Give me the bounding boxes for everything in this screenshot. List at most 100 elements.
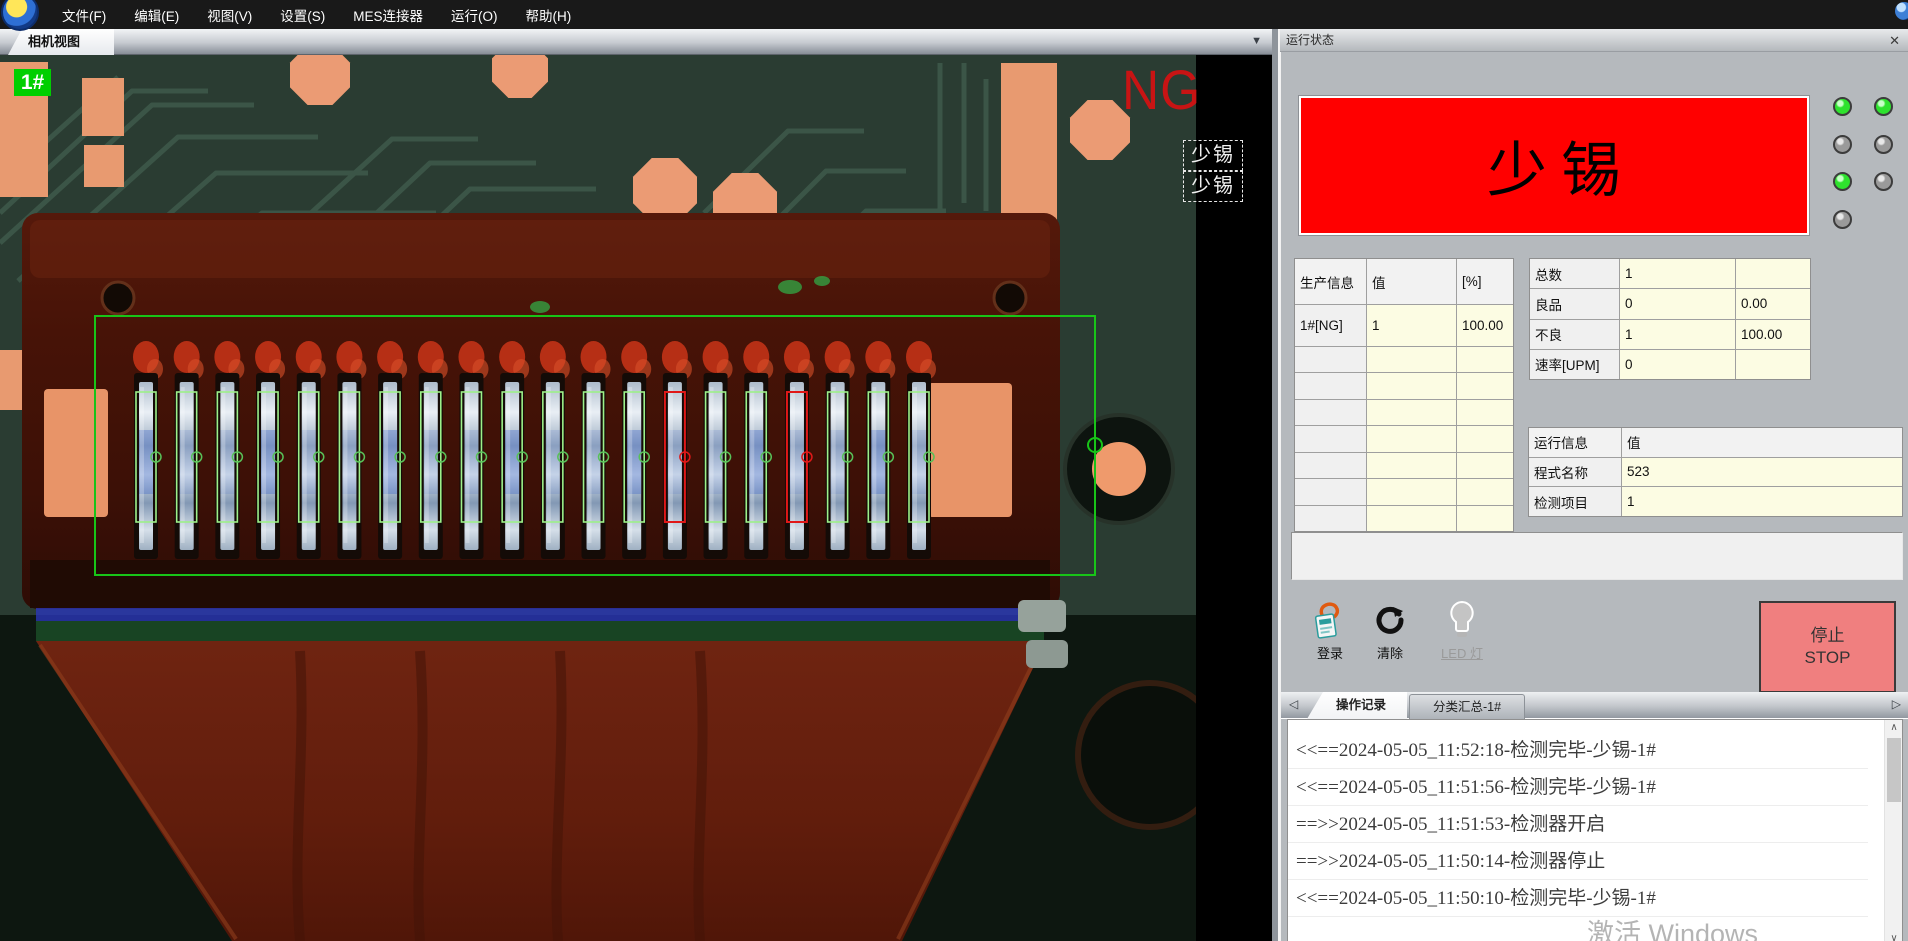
defect-banner: 少锡 bbox=[1299, 96, 1809, 235]
table-cell bbox=[1457, 373, 1513, 398]
table-cell bbox=[1457, 506, 1513, 531]
lightbulb-icon bbox=[1429, 599, 1495, 641]
log-tabstrip: ◁ ▷ 操作记录分类汇总-1# bbox=[1281, 692, 1908, 719]
table-cell bbox=[1457, 453, 1513, 478]
table-cell bbox=[1367, 347, 1456, 372]
scroll-up-icon[interactable]: ∧ bbox=[1885, 720, 1903, 736]
menu-item-1[interactable]: 编辑(E) bbox=[120, 0, 193, 30]
run-info-table: 运行信息值程式名称523检测项目1 bbox=[1528, 427, 1903, 517]
table-cell bbox=[1295, 426, 1366, 451]
status-led bbox=[1874, 97, 1893, 116]
clear-label: 清除 bbox=[1366, 643, 1414, 662]
camera-image: 1# NG 少锡 少锡 bbox=[0, 55, 1276, 941]
table-cell bbox=[1367, 479, 1456, 504]
id-badge-icon bbox=[1306, 599, 1354, 641]
table-cell bbox=[1367, 453, 1456, 478]
table-cell: 1 bbox=[1622, 487, 1902, 516]
menu-items: 文件(F)编辑(E)视图(V)设置(S)MES连接器运行(O)帮助(H) bbox=[48, 0, 585, 30]
table-cell bbox=[1295, 400, 1366, 425]
menu-item-0[interactable]: 文件(F) bbox=[48, 0, 120, 30]
inspection-result-text: NG bbox=[1122, 57, 1201, 122]
app-window: 文件(F)编辑(E)视图(V)设置(S)MES连接器运行(O)帮助(H) 相机视… bbox=[0, 0, 1908, 941]
menu-item-2[interactable]: 视图(V) bbox=[193, 0, 266, 30]
pane-splitter[interactable] bbox=[1272, 29, 1280, 941]
login-button[interactable]: 登录 bbox=[1306, 599, 1354, 662]
table-header-cell: [%] bbox=[1457, 259, 1513, 304]
app-logo-icon bbox=[1, 0, 39, 31]
table-cell bbox=[1295, 373, 1366, 398]
table-cell bbox=[1295, 479, 1366, 504]
led-light-button[interactable]: LED 灯 bbox=[1429, 599, 1495, 662]
status-panel: 运行状态 ✕ 少锡 生产信息值[%]1#[NG]1100.00 总数1良品00.… bbox=[1280, 29, 1908, 941]
status-led bbox=[1833, 135, 1852, 154]
camera-pane: 相机视图 ▼ bbox=[0, 29, 1274, 941]
camera-id-badge: 1# bbox=[14, 69, 51, 96]
log-entry: ==>>2024-05-05_11:50:14-检测器停止 bbox=[1288, 843, 1868, 880]
table-cell: 1 bbox=[1620, 320, 1735, 349]
led-light-label: LED 灯 bbox=[1429, 643, 1495, 662]
status-led bbox=[1833, 172, 1852, 191]
table-cell bbox=[1367, 506, 1456, 531]
close-icon[interactable]: ✕ bbox=[1889, 29, 1900, 52]
tab-prev-icon[interactable]: ◁ bbox=[1289, 697, 1298, 711]
table-cell bbox=[1736, 350, 1810, 379]
status-led bbox=[1874, 172, 1893, 191]
table-header-cell: 值 bbox=[1622, 428, 1902, 457]
stop-button-line2: STOP bbox=[1805, 647, 1851, 669]
menu-item-6[interactable]: 帮助(H) bbox=[512, 0, 586, 30]
refresh-icon bbox=[1366, 599, 1414, 641]
chevron-down-icon[interactable]: ▼ bbox=[1251, 35, 1262, 47]
table-cell: 速率[UPM] bbox=[1530, 350, 1619, 379]
table-cell bbox=[1295, 506, 1366, 531]
menu-bar: 文件(F)编辑(E)视图(V)设置(S)MES连接器运行(O)帮助(H) bbox=[0, 0, 1908, 29]
table-cell: 0 bbox=[1620, 289, 1735, 318]
table-cell bbox=[1457, 426, 1513, 451]
log-list: <<==2024-05-05_11:52:18-检测完毕-少锡-1#<<==20… bbox=[1288, 720, 1868, 930]
table-cell: 1 bbox=[1367, 305, 1456, 345]
defect-banner-text: 少锡 bbox=[1473, 122, 1635, 209]
status-led bbox=[1833, 210, 1852, 229]
log-tab-0[interactable]: 操作记录 bbox=[1307, 692, 1407, 719]
help-bubble-icon[interactable] bbox=[1895, 2, 1908, 20]
defect-tag: 少锡 bbox=[1183, 171, 1243, 202]
tab-camera-view[interactable]: 相机视图 bbox=[8, 29, 114, 55]
clear-button[interactable]: 清除 bbox=[1366, 599, 1414, 662]
stats-table: 总数1良品00.00不良1100.00速率[UPM]0 bbox=[1529, 258, 1811, 380]
log-entry: ==>>2024-05-05_11:51:53-检测器开启 bbox=[1288, 806, 1868, 843]
status-led bbox=[1833, 97, 1852, 116]
log-entry: <<==2024-05-05_11:50:10-检测完毕-少锡-1# bbox=[1288, 880, 1868, 917]
tab-next-icon[interactable]: ▷ bbox=[1892, 697, 1901, 711]
vertical-scroll-thumb[interactable] bbox=[1887, 738, 1901, 802]
log-entry: <<==2024-05-05_11:52:18-检测完毕-少锡-1# bbox=[1288, 732, 1868, 769]
table-cell bbox=[1457, 400, 1513, 425]
table-cell bbox=[1295, 347, 1366, 372]
menu-item-5[interactable]: 运行(O) bbox=[437, 0, 512, 30]
status-led bbox=[1874, 135, 1893, 154]
defect-tag: 少锡 bbox=[1183, 140, 1243, 171]
table-cell bbox=[1736, 259, 1810, 288]
log-entry: <<==2024-05-05_11:51:56-检测完毕-少锡-1# bbox=[1288, 769, 1868, 806]
table-header-cell: 运行信息 bbox=[1529, 428, 1621, 457]
production-table: 生产信息值[%]1#[NG]1100.00 bbox=[1294, 258, 1514, 532]
table-cell: 0.00 bbox=[1736, 289, 1810, 318]
stop-button[interactable]: 停止 STOP bbox=[1759, 601, 1896, 693]
log-tab-1[interactable]: 分类汇总-1# bbox=[1409, 694, 1525, 719]
table-cell bbox=[1457, 347, 1513, 372]
table-header-cell: 生产信息 bbox=[1295, 259, 1366, 304]
login-label: 登录 bbox=[1306, 643, 1354, 662]
table-cell: 程式名称 bbox=[1529, 458, 1621, 487]
camera-tabstrip: 相机视图 ▼ bbox=[0, 29, 1274, 55]
scroll-down-icon[interactable]: ∨ bbox=[1885, 931, 1903, 941]
menu-item-4[interactable]: MES连接器 bbox=[339, 0, 437, 30]
table-cell: 检测项目 bbox=[1529, 487, 1621, 516]
menu-item-3[interactable]: 设置(S) bbox=[266, 0, 339, 30]
table-cell: 1 bbox=[1620, 259, 1735, 288]
table-cell: 良品 bbox=[1530, 289, 1619, 318]
log-area[interactable]: <<==2024-05-05_11:52:18-检测完毕-少锡-1#<<==20… bbox=[1287, 719, 1903, 941]
vertical-scrollbar[interactable]: ∧ ∨ bbox=[1884, 720, 1902, 941]
table-cell: 100.00 bbox=[1457, 305, 1513, 345]
table-cell bbox=[1367, 426, 1456, 451]
panel-title: 运行状态 bbox=[1286, 33, 1334, 47]
table-cell: 总数 bbox=[1530, 259, 1619, 288]
pcb-photo bbox=[0, 55, 1276, 941]
